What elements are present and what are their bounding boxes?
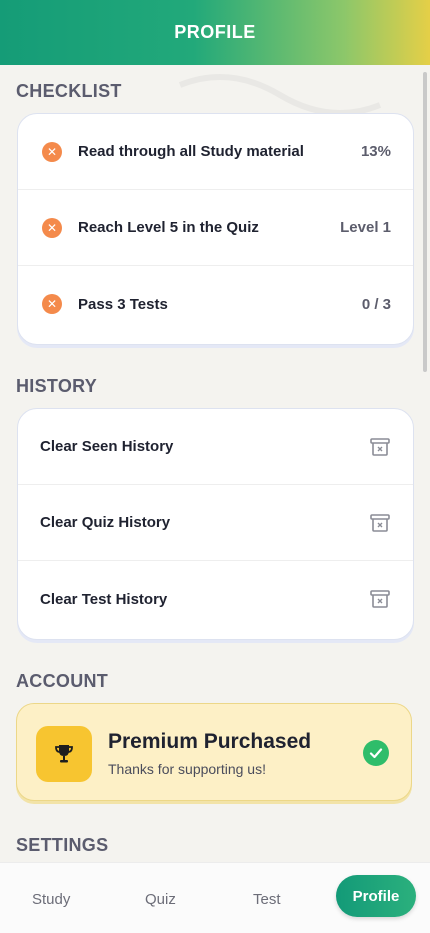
clear-quiz-history-row[interactable]: Clear Quiz History — [18, 485, 413, 561]
history-item-label: Clear Quiz History — [40, 514, 171, 531]
premium-title: Premium Purchased — [108, 730, 312, 753]
app-header: PROFILE — [0, 0, 430, 65]
checklist-item-value: 0 / 3 — [361, 295, 391, 313]
checklist-item-label: Pass 3 Tests — [78, 295, 168, 313]
trash-bin-icon[interactable] — [369, 588, 391, 610]
trash-bin-icon[interactable] — [369, 512, 391, 534]
tab-study[interactable]: Study — [32, 891, 70, 908]
scrollbar[interactable] — [423, 72, 427, 372]
checklist-item: ✕ Read through all Study material 13% — [18, 114, 413, 190]
checklist-item-label: Read through all Study material — [78, 143, 304, 160]
checklist-item: ✕ Pass 3 Tests 0 / 3 — [18, 266, 413, 342]
page-title: PROFILE — [174, 22, 256, 42]
history-item-label: Clear Test History — [40, 590, 168, 608]
history-heading: HISTORY — [16, 376, 98, 396]
incomplete-x-icon: ✕ — [42, 217, 62, 238]
bottom-tab-bar: Study Quiz Test Profile — [0, 862, 430, 933]
history-item-label: Clear Seen History — [40, 438, 174, 455]
premium-status-card: Premium Purchased Thanks for supporting … — [16, 703, 412, 801]
trash-bin-icon[interactable] — [369, 436, 391, 458]
checklist-item-value: Level 1 — [340, 219, 391, 236]
checklist-heading: CHECKLIST — [16, 81, 122, 101]
checklist-card: ✕ Read through all Study material 13% ✕ … — [17, 113, 414, 345]
checklist-item: ✕ Reach Level 5 in the Quiz Level 1 — [18, 190, 413, 266]
history-card: Clear Seen History Clear Quiz History Cl… — [17, 408, 414, 640]
clear-seen-history-row[interactable]: Clear Seen History — [18, 409, 413, 485]
trophy-icon — [36, 726, 92, 782]
settings-heading: SETTINGS — [16, 835, 109, 855]
check-icon — [363, 740, 389, 766]
clear-test-history-row[interactable]: Clear Test History — [18, 561, 413, 637]
checklist-item-label: Reach Level 5 in the Quiz — [78, 219, 259, 236]
account-heading: ACCOUNT — [16, 671, 109, 691]
tab-quiz[interactable]: Quiz — [145, 891, 176, 908]
checklist-item-value: 13% — [360, 143, 391, 160]
tab-test[interactable]: Test — [253, 891, 281, 908]
incomplete-x-icon: ✕ — [42, 141, 62, 162]
incomplete-x-icon: ✕ — [42, 294, 62, 314]
tab-profile[interactable]: Profile — [336, 875, 416, 917]
premium-subtitle: Thanks for supporting us! — [108, 761, 266, 777]
